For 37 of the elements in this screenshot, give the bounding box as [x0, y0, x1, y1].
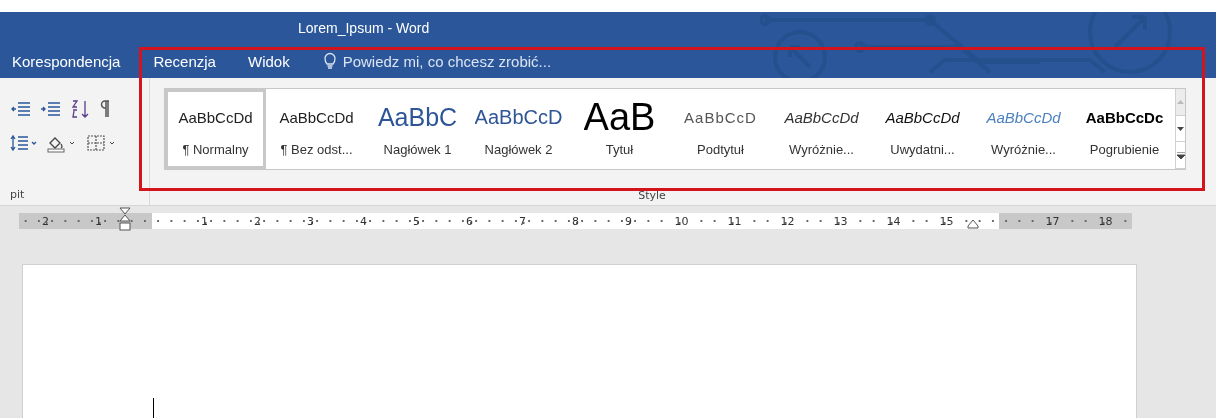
window-title: Lorem_Ipsum - Word [298, 20, 430, 36]
ruler-number: 12 [778, 214, 797, 228]
ruler-number: 9 [623, 214, 634, 228]
ruler-number: 2 [252, 214, 263, 228]
ruler-number: 5 [411, 214, 422, 228]
ribbon-tab[interactable]: Recenzja [153, 48, 231, 74]
ruler-number: 6 [464, 214, 475, 228]
group-label: pit [10, 188, 26, 201]
ribbon-tab[interactable]: Korespondencja [12, 48, 136, 74]
text-cursor [153, 398, 154, 418]
ruler-number: 11 [725, 214, 744, 228]
decrease-indent-icon[interactable] [10, 99, 32, 119]
ruler-number: 15 [937, 214, 956, 228]
lightbulb-icon [323, 52, 336, 70]
ruler-number: 13 [831, 214, 850, 228]
ruler-number: 14 [884, 214, 903, 228]
increase-indent-icon[interactable] [40, 99, 62, 119]
ruler-number: 8 [570, 214, 581, 228]
ruler-number: 17 [1043, 214, 1062, 228]
group-label: Style [638, 189, 666, 202]
ruler-number: 18 [1096, 214, 1115, 228]
pilcrow-icon[interactable] [100, 99, 110, 119]
ruler-number: 7 [517, 214, 528, 228]
ruler-number: 1 [199, 214, 210, 228]
expand-icon [1176, 151, 1185, 159]
ruler-number: 4 [358, 214, 369, 228]
ruler-number: 2 [40, 214, 51, 228]
ruler-number: 10 [672, 214, 691, 228]
line-spacing-icon[interactable] [10, 133, 38, 153]
tell-me-field[interactable]: Powiedz mi, co chcesz zrobić... [340, 51, 605, 71]
ruler-number: 3 [305, 214, 316, 228]
caret-icon [1177, 126, 1184, 131]
right-indent-marker-icon[interactable] [967, 219, 979, 229]
indent-marker-icon[interactable] [119, 207, 131, 231]
ruler-number: 1 [93, 214, 104, 228]
style-item[interactable]: AaBbCcDd ¶ Normalny [165, 89, 266, 169]
ribbon-tab[interactable]: Widok [247, 48, 305, 74]
